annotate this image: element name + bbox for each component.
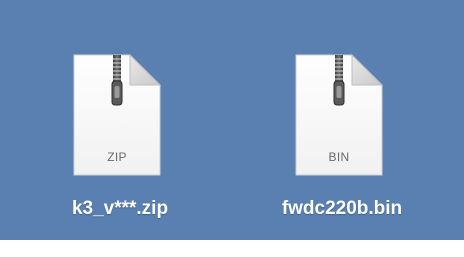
file-item-zip[interactable]: ZIP k3_v***.zip: [30, 40, 210, 240]
file-name-label[interactable]: fwdc220b.bin: [252, 198, 432, 220]
desktop-area: ZIP k3_v***.zip BIN fwdc220b.bin: [0, 0, 464, 240]
file-type-label: ZIP: [107, 150, 127, 164]
bin-document-icon[interactable]: BIN: [294, 53, 384, 177]
file-name-label[interactable]: k3_v***.zip: [30, 198, 210, 220]
zip-document-icon[interactable]: ZIP: [72, 53, 162, 177]
file-type-label: BIN: [328, 150, 350, 164]
bottom-strip: [0, 240, 464, 257]
file-item-bin[interactable]: BIN fwdc220b.bin: [252, 40, 432, 240]
